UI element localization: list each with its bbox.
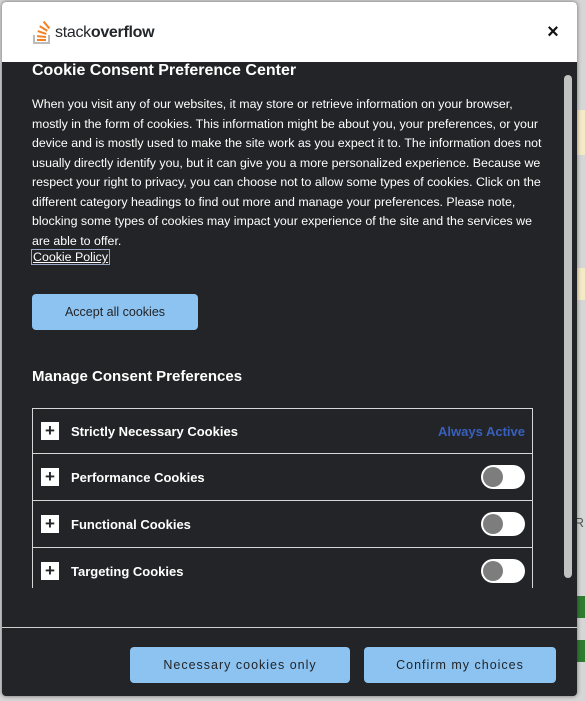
category-strictly-necessary[interactable]: + Strictly Necessary Cookies Always Acti… [32, 408, 533, 453]
performance-toggle[interactable] [481, 465, 525, 489]
functional-toggle[interactable] [481, 512, 525, 536]
cookie-consent-modal: stackoverflow × Cookie Consent Preferenc… [2, 2, 577, 696]
always-active-status: Always Active [438, 423, 525, 439]
category-label: Targeting Cookies [71, 563, 184, 579]
manage-preferences-title: Manage Consent Preferences [32, 368, 243, 385]
necessary-only-button[interactable]: Necessary cookies only [130, 647, 350, 683]
category-performance[interactable]: + Performance Cookies [32, 453, 533, 500]
toggle-knob [483, 561, 503, 581]
close-button[interactable]: × [543, 22, 563, 42]
targeting-toggle[interactable] [481, 559, 525, 583]
category-label: Functional Cookies [71, 516, 191, 532]
expand-plus-icon[interactable]: + [41, 562, 59, 580]
expand-plus-icon[interactable]: + [41, 468, 59, 486]
confirm-choices-button[interactable]: Confirm my choices [364, 647, 556, 683]
consent-scroll-area[interactable]: Cookie Consent Preference Center When yo… [2, 62, 577, 588]
consent-title: Cookie Consent Preference Center [32, 62, 297, 79]
modal-header: stackoverflow × [2, 2, 577, 62]
logo-text: stackoverflow [55, 24, 155, 41]
footer-divider [2, 627, 577, 628]
accept-all-button[interactable]: Accept all cookies [32, 294, 198, 330]
scrollbar[interactable] [564, 75, 572, 578]
cookie-policy-link[interactable]: Cookie Policy [30, 249, 111, 265]
cookie-category-list: + Strictly Necessary Cookies Always Acti… [32, 408, 533, 588]
expand-plus-icon[interactable]: + [41, 515, 59, 533]
background-green-bar [577, 596, 585, 618]
stackoverflow-logo: stackoverflow [32, 20, 155, 46]
consent-description: When you visit any of our websites, it m… [32, 97, 542, 248]
category-label: Performance Cookies [71, 469, 205, 485]
stackoverflow-icon [33, 21, 51, 44]
background-strip [577, 110, 585, 155]
background-green-bar [577, 640, 585, 662]
background-strip [577, 268, 585, 300]
expand-plus-icon[interactable]: + [41, 422, 59, 440]
category-label: Strictly Necessary Cookies [71, 423, 238, 439]
toggle-knob [483, 514, 503, 534]
category-functional[interactable]: + Functional Cookies [32, 500, 533, 547]
category-targeting[interactable]: + Targeting Cookies [32, 547, 533, 588]
toggle-knob [483, 467, 503, 487]
